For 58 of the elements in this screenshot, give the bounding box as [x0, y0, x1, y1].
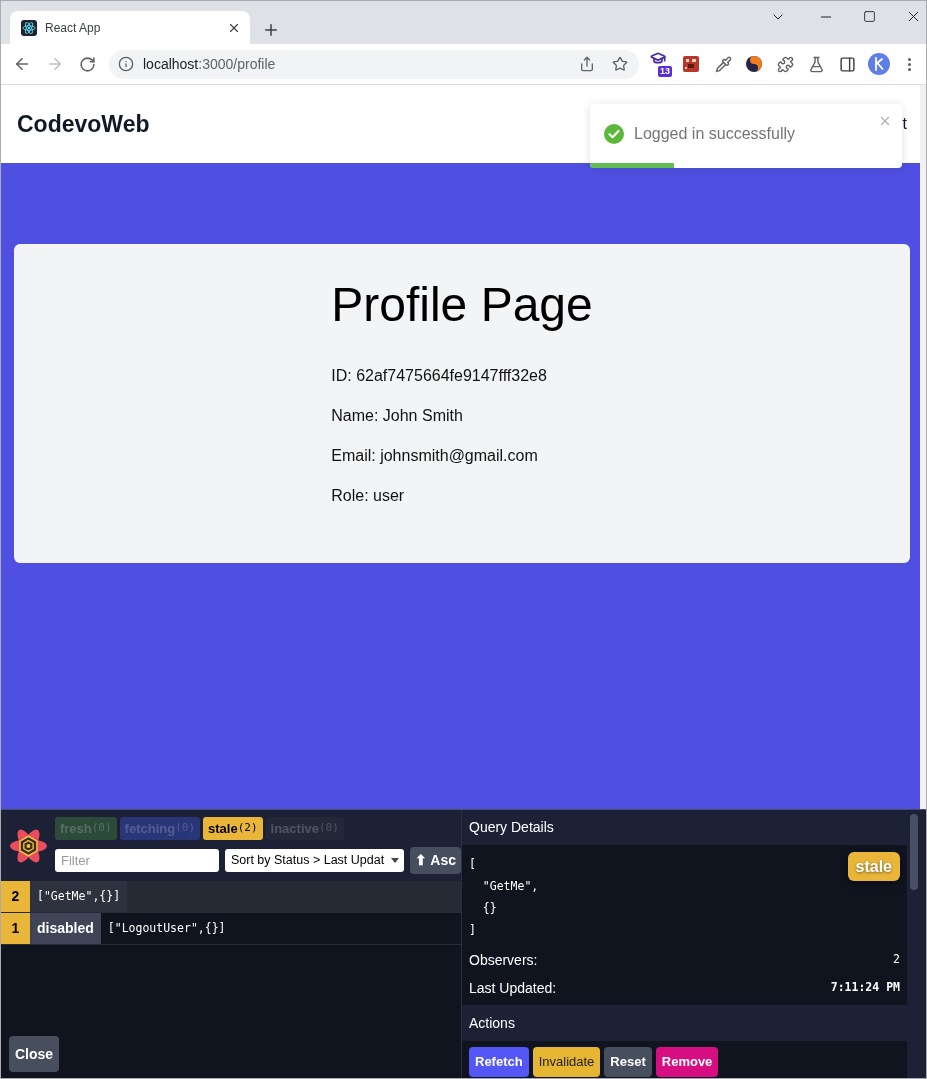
reload-icon[interactable]: [79, 55, 96, 73]
profile-field: Email: johnsmith@gmail.com: [331, 444, 593, 468]
action-button[interactable]: Reset: [604, 1047, 652, 1077]
share-icon[interactable]: [579, 56, 595, 72]
swirl-logo-icon[interactable]: [746, 56, 762, 72]
query-row[interactable]: 2 ["GetMe",{}]: [1, 881, 461, 913]
query-key-code: [ "GetMe", {} ]: [469, 856, 539, 939]
updated-label: Last Updated:: [469, 978, 557, 998]
bookmark-star-icon[interactable]: [612, 56, 628, 72]
query-key: ["GetMe",{}]: [30, 881, 128, 912]
profile-field: Name: John Smith: [331, 404, 593, 428]
nav-link[interactable]: t: [902, 112, 907, 136]
address-host: localhost: [143, 54, 199, 74]
filter-input[interactable]: Filter: [54, 849, 219, 872]
browser-tab[interactable]: React App: [10, 11, 250, 44]
query-key: ["LogoutUser",{}]: [100, 913, 233, 944]
page-title: Profile Page: [331, 281, 593, 329]
action-button[interactable]: Remove: [655, 1047, 719, 1077]
observers-label: Observers:: [469, 950, 538, 970]
status-tag: disabled: [30, 913, 101, 944]
updated-value: 7:11:24 PM: [830, 979, 900, 997]
brand-logo[interactable]: CodevoWeb: [17, 106, 150, 142]
flask-icon[interactable]: [808, 55, 825, 73]
toast-message: Logged in successfully: [634, 123, 795, 144]
atom-icon: [21, 19, 37, 36]
observers-value: 2: [893, 951, 900, 969]
avatar-icon[interactable]: [868, 53, 890, 75]
close-button[interactable]: Close: [9, 1036, 60, 1072]
puzzle-icon[interactable]: [777, 55, 794, 73]
page-scrollbar[interactable]: [920, 85, 926, 809]
action-button[interactable]: Refetch: [469, 1047, 529, 1077]
sort-select[interactable]: Sort by Status > Last Updat: [224, 849, 404, 872]
back-icon[interactable]: [13, 55, 31, 73]
action-button[interactable]: Invalidate: [532, 1047, 601, 1077]
pixel-art-icon[interactable]: [683, 56, 699, 72]
extension-badge: 13: [658, 66, 672, 77]
address-path: :3000/profile: [198, 54, 276, 74]
side-panel-icon[interactable]: [839, 55, 856, 73]
profile-field: ID: 62af7475664fe9147fff32e8: [331, 364, 593, 388]
sort-order-button[interactable]: ⬆ Asc: [409, 847, 461, 874]
new-tab-icon[interactable]: [262, 21, 280, 39]
section-header: Query Details: [462, 810, 907, 845]
maximize-icon[interactable]: [863, 10, 876, 23]
observer-count: 1: [1, 913, 30, 944]
profile-field: Role: user: [331, 484, 593, 508]
address-bar[interactable]: localhost:3000/profile: [109, 49, 639, 79]
panel-scrollbar[interactable]: [907, 810, 926, 1078]
check-circle-icon: [604, 123, 624, 144]
status-badge: stale: [847, 852, 900, 881]
status-filter[interactable]: stale(2): [203, 817, 263, 840]
query-row[interactable]: 1 disabled ["LogoutUser",{}]: [1, 913, 461, 945]
graduation-cap-icon[interactable]: [650, 50, 666, 66]
info-icon[interactable]: [118, 56, 134, 72]
eyedropper-icon[interactable]: [715, 55, 732, 73]
caret-icon: [390, 858, 399, 863]
observer-count: 2: [1, 881, 30, 912]
section-header: Actions: [462, 1005, 907, 1041]
scrollbar-thumb[interactable]: [910, 814, 918, 890]
